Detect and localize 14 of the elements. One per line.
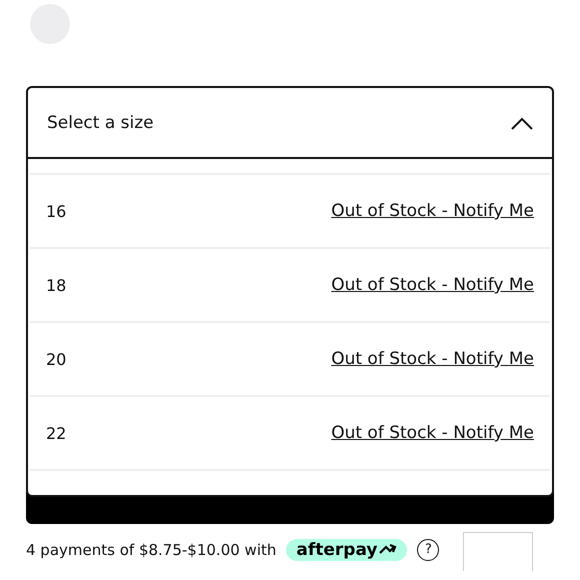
notify-link[interactable]: Out of Stock - Notify Me: [331, 201, 534, 221]
size-select[interactable]: Select a size: [26, 86, 554, 159]
help-icon[interactable]: ?: [417, 538, 440, 560]
notify-link[interactable]: Out of Stock - Notify Me: [331, 275, 534, 295]
size-option[interactable]: 16 Out of Stock - Notify Me: [30, 175, 550, 249]
caret-icon: [510, 116, 534, 130]
size-option[interactable]: 22 Out of Stock - Notify Me: [30, 397, 550, 471]
notify-link[interactable]: Out of Stock - Notify Me: [331, 349, 534, 369]
afterpay-badge: afterpay: [286, 538, 408, 560]
size-option[interactable]: 20 Out of Stock - Notify Me: [30, 323, 550, 397]
size-option[interactable]: 18 Out of Stock - Notify Me: [30, 249, 550, 323]
notify-link[interactable]: Out of Stock - Notify Me: [331, 423, 534, 443]
empty-box: [463, 532, 534, 571]
payment-text: 4 payments of $8.75-$10.00 with: [26, 540, 276, 558]
